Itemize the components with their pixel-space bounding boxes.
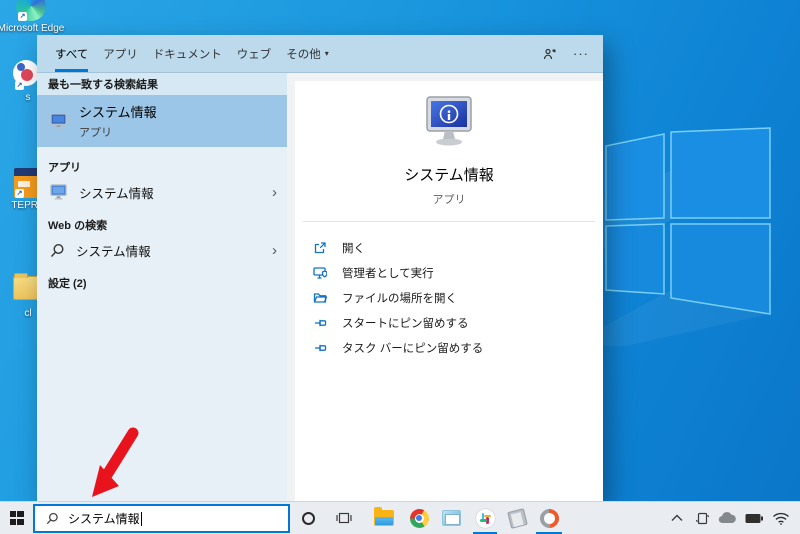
- battery-icon: [745, 513, 763, 524]
- chevron-up-icon: [671, 514, 683, 522]
- open-icon: [313, 241, 327, 255]
- open-file-location-icon: [313, 291, 327, 305]
- cortana-button[interactable]: [295, 502, 321, 534]
- action-open-file-location[interactable]: ファイルの場所を開く: [313, 285, 603, 310]
- notebook-app-button[interactable]: [504, 502, 530, 534]
- action-pin-to-taskbar[interactable]: タスク バーにピン留めする: [313, 335, 603, 360]
- tab-apps[interactable]: アプリ: [103, 35, 138, 72]
- section-header-settings: 設定 (2): [37, 263, 287, 295]
- run-as-admin-icon: [313, 266, 327, 280]
- text-caret: [141, 512, 142, 526]
- chevron-right-icon[interactable]: ›: [272, 185, 277, 200]
- result-label: システム情報: [79, 183, 272, 202]
- task-view-button[interactable]: [331, 502, 357, 534]
- system-info-app-icon: [50, 184, 68, 200]
- rotation-lock-icon: [695, 511, 710, 526]
- system-info-app-icon: [50, 113, 68, 129]
- mail-app-button[interactable]: [438, 502, 464, 534]
- result-label: システム情報: [76, 241, 272, 260]
- tray-expand-button[interactable]: [666, 502, 688, 534]
- start-button[interactable]: [0, 502, 33, 534]
- search-input-value: システム情報: [68, 510, 140, 527]
- shortcut-arrow-icon: ↗: [15, 189, 24, 198]
- best-match-title: システム情報: [79, 102, 157, 121]
- slack-icon: [476, 509, 495, 528]
- orange-ring-app-icon: [536, 505, 563, 532]
- chrome-icon: [410, 509, 429, 528]
- search-tabs-bar: すべて アプリ ドキュメント ウェブ その他▾ ···: [37, 35, 603, 73]
- action-pin-to-start[interactable]: スタートにピン留めする: [313, 310, 603, 335]
- section-header-apps: アプリ: [37, 147, 287, 179]
- desktop: ↗ Microsoft Edge ↗ s ↗ TEPRA cl すべて アプリ …: [0, 0, 800, 534]
- cortana-icon: [302, 512, 315, 525]
- tray-onedrive[interactable]: [716, 502, 738, 534]
- detail-pane-background: システム情報 アプリ 開く: [287, 73, 603, 501]
- system-info-large-icon: [420, 95, 478, 149]
- wifi-icon: [772, 512, 790, 525]
- chevron-down-icon: ▾: [325, 49, 329, 58]
- shortcut-arrow-icon: ↗: [15, 81, 24, 90]
- more-options-icon[interactable]: ···: [573, 46, 589, 61]
- pin-to-taskbar-icon: [313, 341, 327, 355]
- best-match-header: 最も一致する検索結果: [37, 73, 287, 95]
- action-open[interactable]: 開く: [313, 235, 603, 260]
- tab-all[interactable]: すべて: [55, 35, 88, 72]
- result-row-app[interactable]: システム情報 ›: [37, 179, 287, 205]
- windows-logo-icon: [10, 511, 24, 525]
- cloud-icon: [718, 512, 736, 524]
- detail-pane: システム情報 アプリ 開く: [295, 81, 603, 501]
- tray-network[interactable]: [770, 502, 792, 534]
- best-match-result[interactable]: システム情報 アプリ: [37, 95, 287, 147]
- tray-rotation-lock[interactable]: [691, 502, 713, 534]
- section-header-web: Web の検索: [37, 205, 287, 237]
- chrome-button[interactable]: [406, 502, 432, 534]
- desktop-icon-edge[interactable]: ↗ Microsoft Edge: [0, 0, 67, 34]
- detail-title: システム情報: [404, 164, 494, 185]
- file-explorer-icon: [374, 510, 394, 526]
- shortcut-arrow-icon: ↗: [18, 12, 27, 21]
- action-list: 開く 管理者として実行: [295, 222, 603, 360]
- notebook-app-icon: [507, 508, 528, 529]
- desktop-icon-label: Microsoft Edge: [0, 23, 67, 34]
- result-row-web[interactable]: システム情報 ›: [37, 237, 287, 263]
- mail-app-icon: [442, 510, 461, 526]
- tray-battery[interactable]: [743, 502, 765, 534]
- search-icon: [46, 512, 59, 525]
- action-run-as-admin[interactable]: 管理者として実行: [313, 260, 603, 285]
- feedback-icon[interactable]: [543, 47, 557, 61]
- tab-more[interactable]: その他▾: [286, 35, 329, 72]
- slack-button[interactable]: [472, 502, 498, 534]
- file-explorer-button[interactable]: [371, 502, 397, 534]
- search-icon: [50, 243, 65, 258]
- best-match-subtitle: アプリ: [79, 124, 157, 140]
- wallpaper-windows-logo: [586, 86, 800, 346]
- tab-documents[interactable]: ドキュメント: [153, 35, 222, 72]
- taskbar: システム情報: [0, 501, 800, 534]
- search-results-column: 最も一致する検索結果 システム情報 アプリ アプリ: [37, 73, 287, 501]
- detail-subtitle: アプリ: [433, 191, 466, 207]
- search-flyout: すべて アプリ ドキュメント ウェブ その他▾ ··· 最も一致する検索結果: [37, 35, 603, 501]
- task-view-icon: [336, 511, 352, 525]
- orange-ring-app-button[interactable]: [536, 502, 562, 534]
- chevron-right-icon[interactable]: ›: [272, 243, 277, 258]
- pin-to-start-icon: [313, 316, 327, 330]
- taskbar-search-box[interactable]: システム情報: [33, 504, 290, 533]
- tab-web[interactable]: ウェブ: [237, 35, 272, 72]
